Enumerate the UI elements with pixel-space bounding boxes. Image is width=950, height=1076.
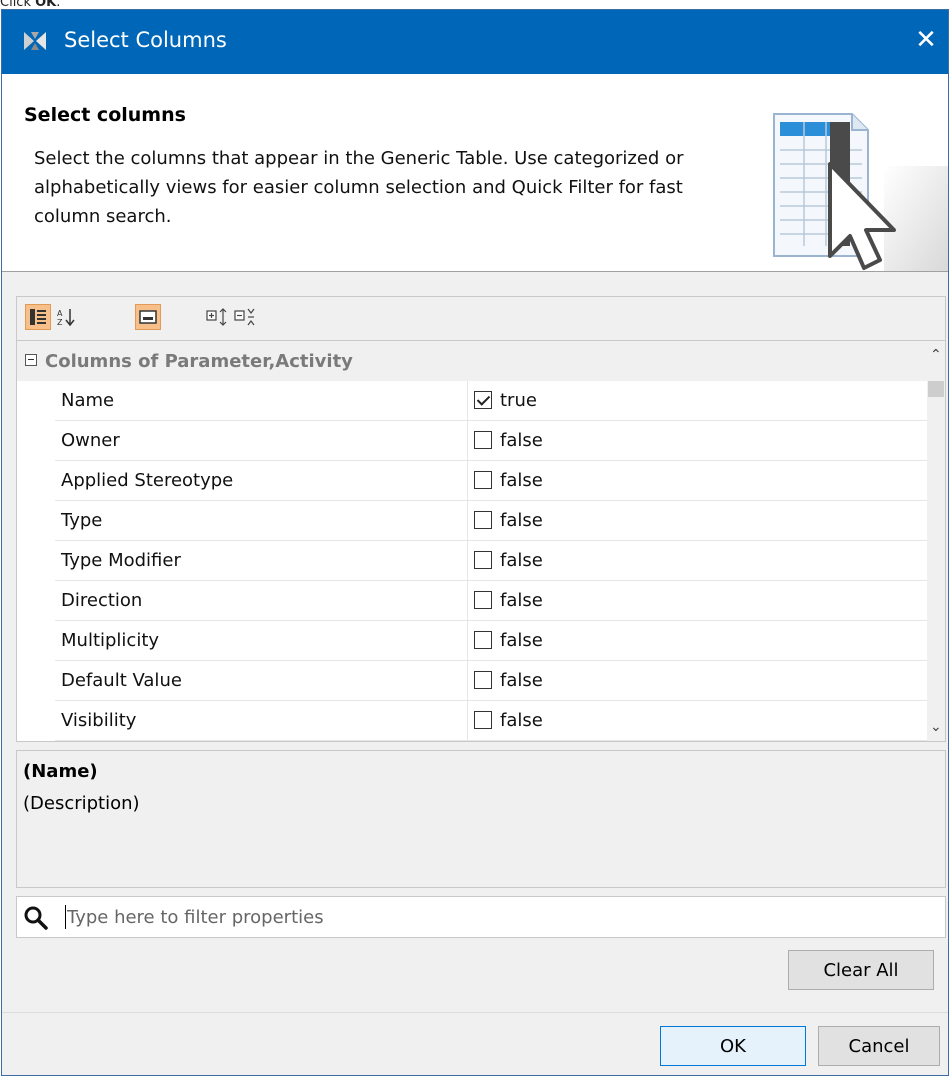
property-row-multiplicity[interactable]: Multiplicity false bbox=[17, 621, 927, 661]
vertical-scrollbar[interactable]: ⌃ ⌄ bbox=[927, 341, 945, 741]
property-value: false bbox=[500, 470, 543, 491]
property-row-owner[interactable]: Owner false bbox=[17, 421, 927, 461]
property-name: Type bbox=[61, 510, 103, 531]
property-value: false bbox=[500, 590, 543, 611]
property-grid: Columns of Parameter,Activity Name true … bbox=[16, 340, 946, 742]
clear-all-button[interactable]: Clear All bbox=[788, 950, 934, 990]
property-row-visibility[interactable]: Visibility false bbox=[17, 701, 927, 741]
property-name: Name bbox=[61, 390, 115, 411]
property-row-applied-stereotype[interactable]: Applied Stereotype false bbox=[17, 461, 927, 501]
property-name: Type Modifier bbox=[61, 550, 181, 571]
property-value: true bbox=[500, 390, 537, 411]
quick-filter bbox=[16, 896, 946, 938]
view-toolbar: A Z bbox=[16, 296, 946, 340]
text-caret bbox=[65, 905, 66, 929]
show-description-icon bbox=[139, 310, 157, 324]
checkbox-checked-icon[interactable] bbox=[474, 391, 492, 409]
property-row-default-value[interactable]: Default Value false bbox=[17, 661, 927, 701]
checkbox-unchecked-icon[interactable] bbox=[474, 511, 492, 529]
cancel-button[interactable]: Cancel bbox=[818, 1026, 940, 1066]
ok-button[interactable]: OK bbox=[660, 1026, 806, 1066]
title-bar[interactable]: Select Columns ✕ bbox=[2, 10, 948, 74]
checkbox-unchecked-icon[interactable] bbox=[474, 471, 492, 489]
group-label: Columns of Parameter,Activity bbox=[45, 351, 353, 372]
select-columns-dialog: Select Columns ✕ Select columns Select t… bbox=[1, 9, 949, 1076]
property-value: false bbox=[500, 550, 543, 571]
property-value: false bbox=[500, 630, 543, 651]
categorized-view-icon bbox=[30, 309, 46, 325]
show-description-button[interactable] bbox=[135, 304, 161, 330]
header-title: Select columns bbox=[24, 104, 186, 126]
checkbox-unchecked-icon[interactable] bbox=[474, 551, 492, 569]
expand-all-button[interactable] bbox=[205, 304, 231, 330]
search-icon bbox=[24, 906, 48, 930]
property-row-direction[interactable]: Direction false bbox=[17, 581, 927, 621]
checkbox-unchecked-icon[interactable] bbox=[474, 671, 492, 689]
description-text: (Description) bbox=[23, 793, 140, 814]
group-header[interactable]: Columns of Parameter,Activity bbox=[17, 341, 927, 381]
collapse-group-icon[interactable] bbox=[25, 354, 37, 366]
description-name: (Name) bbox=[23, 761, 98, 782]
dialog-header: Select columns Select the columns that a… bbox=[2, 74, 948, 272]
property-name: Visibility bbox=[61, 710, 137, 731]
property-name: Direction bbox=[61, 590, 143, 611]
categorized-view-button[interactable] bbox=[25, 304, 51, 330]
expand-all-icon bbox=[206, 308, 227, 326]
property-name: Default Value bbox=[61, 670, 182, 691]
property-value: false bbox=[500, 710, 543, 731]
scroll-down-icon[interactable]: ⌄ bbox=[930, 719, 942, 735]
svg-text:Z: Z bbox=[57, 318, 63, 327]
collapse-all-button[interactable] bbox=[233, 304, 259, 330]
description-pane: (Name) (Description) bbox=[16, 750, 946, 888]
property-row-type[interactable]: Type false bbox=[17, 501, 927, 541]
checkbox-unchecked-icon[interactable] bbox=[474, 711, 492, 729]
property-name: Multiplicity bbox=[61, 630, 160, 651]
dialog-footer bbox=[2, 1013, 948, 1075]
table-cursor-illustration bbox=[773, 113, 948, 271]
checkbox-unchecked-icon[interactable] bbox=[474, 431, 492, 449]
alphabetical-sort-button[interactable]: A Z bbox=[53, 304, 79, 330]
window-title: Select Columns bbox=[64, 28, 227, 52]
property-row-type-modifier[interactable]: Type Modifier false bbox=[17, 541, 927, 581]
alphabetical-sort-icon: A Z bbox=[57, 309, 75, 327]
scroll-thumb[interactable] bbox=[928, 381, 944, 397]
checkbox-unchecked-icon[interactable] bbox=[474, 591, 492, 609]
svg-text:A: A bbox=[57, 309, 63, 318]
property-row-name[interactable]: Name true bbox=[17, 381, 927, 421]
property-value: false bbox=[500, 430, 543, 451]
header-description: Select the columns that appear in the Ge… bbox=[34, 148, 684, 227]
checkbox-unchecked-icon[interactable] bbox=[474, 631, 492, 649]
collapse-all-icon bbox=[234, 308, 255, 326]
filter-input[interactable] bbox=[67, 903, 927, 931]
property-name: Applied Stereotype bbox=[61, 470, 234, 491]
app-logo-icon bbox=[24, 32, 46, 50]
scroll-up-icon[interactable]: ⌃ bbox=[930, 347, 942, 363]
property-name: Owner bbox=[61, 430, 120, 451]
property-value: false bbox=[500, 510, 543, 531]
close-icon[interactable]: ✕ bbox=[912, 26, 940, 54]
property-value: false bbox=[500, 670, 543, 691]
